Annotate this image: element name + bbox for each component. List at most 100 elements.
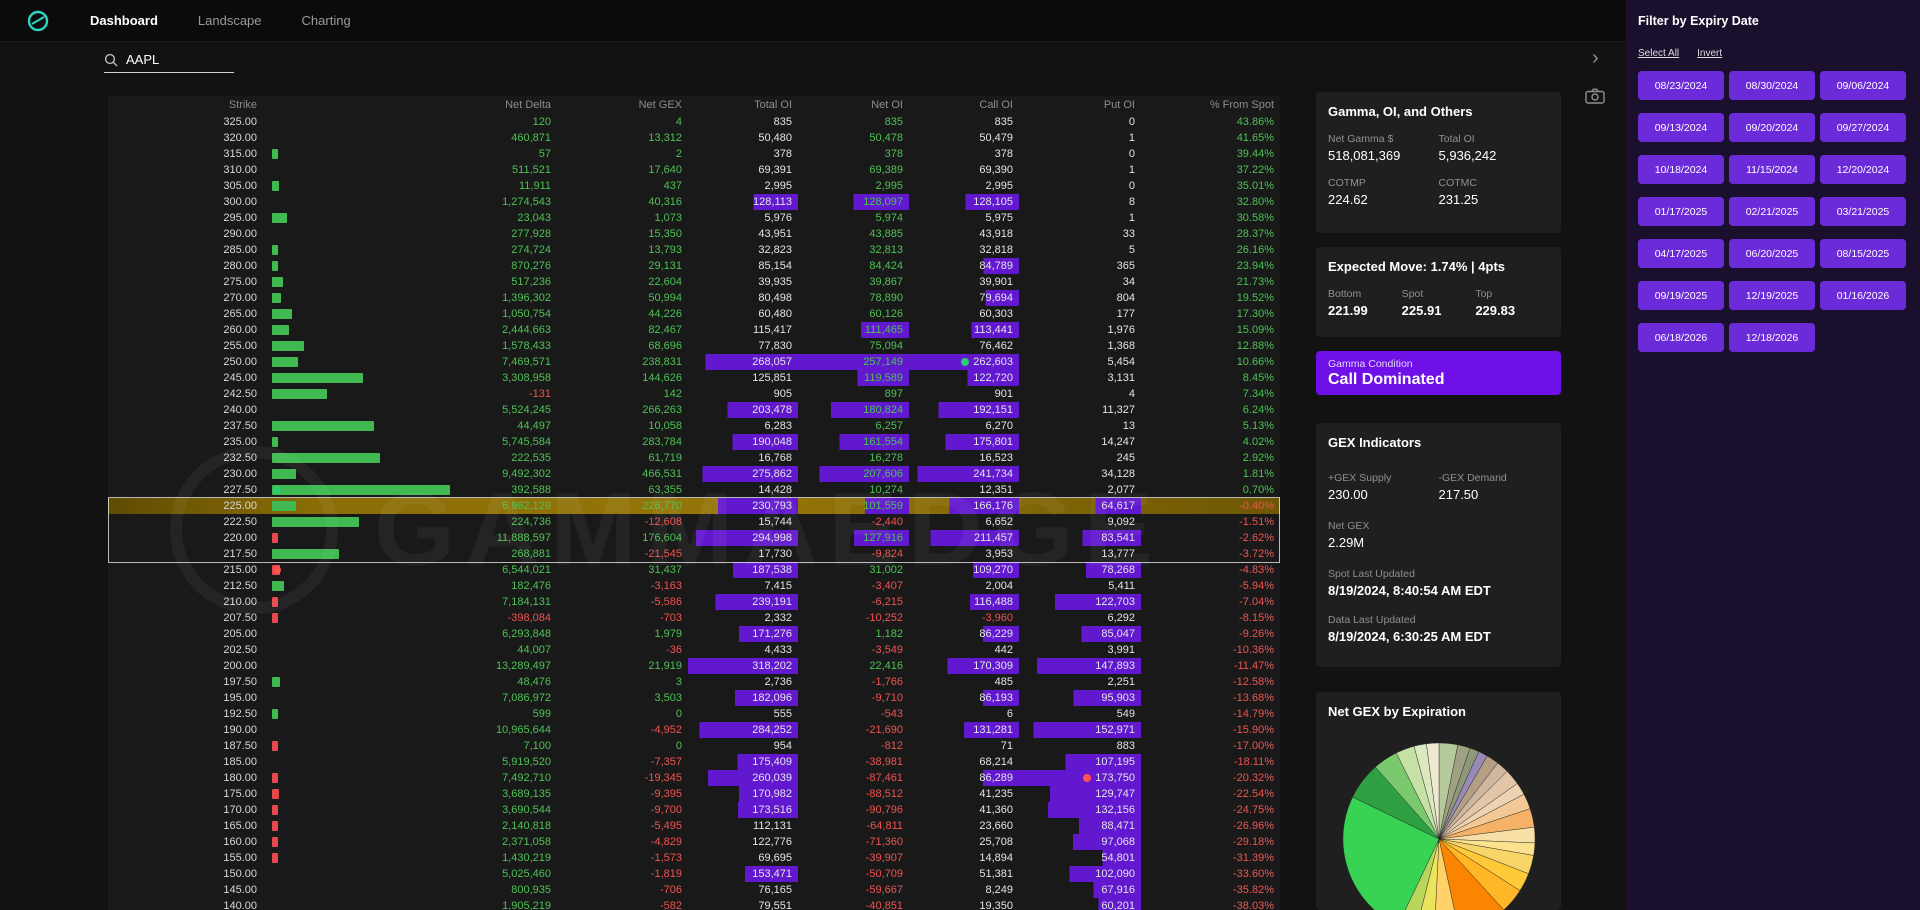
expiry-date-button[interactable]: 09/13/2024 <box>1638 113 1724 142</box>
cell-put-oi: 549 <box>1116 708 1135 720</box>
expiry-date-button[interactable]: 09/20/2024 <box>1729 113 1815 142</box>
expiry-date-button[interactable]: 04/17/2025 <box>1638 239 1724 268</box>
table-row[interactable]: 230.00 9,492,302 466,531 275,862 207,606 241,… <box>108 466 1280 495</box>
expiry-date-button[interactable]: 09/19/2025 <box>1638 281 1724 310</box>
expiry-date-button[interactable]: 10/18/2024 <box>1638 155 1724 184</box>
table-row[interactable]: 275.00 517,236 22,604 39,935 39,867 39,901 34 2… <box>108 274 1280 303</box>
table-row[interactable]: 325.00 120 4 835 835 835 0 43.86% <box>108 114 1280 130</box>
expiry-date-button[interactable]: 06/20/2025 <box>1729 239 1815 268</box>
table-row[interactable]: 250.00 7,469,571 238,831 268,057 257,149 262,… <box>108 354 1280 383</box>
table-row[interactable]: 202.50 44,007 -36 4,433 -3,549 442 3,991 -10.36… <box>108 642 1280 658</box>
expiry-date-button[interactable]: 08/15/2025 <box>1820 239 1906 268</box>
table-row[interactable]: 285.00 274,724 13,793 32,823 32,813 32,818 5 26… <box>108 242 1280 271</box>
table-row[interactable]: 165.00 2,140,818 -5,495 112,131 -64,811 23,66… <box>108 818 1280 847</box>
table-row[interactable]: 140.00 1,905,219 -582 79,551 -40,851 19,350 60… <box>108 898 1280 910</box>
cell-net-gex: 31,437 <box>648 564 682 576</box>
table-row[interactable]: 280.00 870,276 29,131 85,154 84,424 84,789 365… <box>108 258 1280 287</box>
expiry-date-button[interactable]: 02/21/2025 <box>1729 197 1815 226</box>
table-row[interactable]: 235.00 5,745,584 283,784 190,048 161,554 175,… <box>108 434 1280 463</box>
table-row[interactable]: 227.50 392,588 63,355 14,428 10,274 12,351 2,0… <box>108 482 1280 511</box>
table-row[interactable]: 190.00 10,965,644 -4,952 284,252 -21,690 131,… <box>108 722 1280 751</box>
cell-call-oi: 25,708 <box>979 836 1013 848</box>
table-row[interactable]: 200.00 13,289,497 21,919 318,202 22,416 170,3… <box>108 658 1280 687</box>
table-row[interactable]: 245.00 3,308,958 144,626 125,851 119,589 122,… <box>108 370 1280 399</box>
table-row[interactable]: 225.00 6,962,129 226,770 230,793 101,559 166,… <box>108 498 1280 527</box>
expiry-date-button[interactable]: 01/16/2026 <box>1820 281 1906 310</box>
table-row[interactable]: 150.00 5,025,460 -1,819 153,471 -50,709 51,38… <box>108 866 1280 882</box>
table-row[interactable]: 180.00 7,492,710 -19,345 260,039 -87,461 86,2… <box>108 770 1280 799</box>
expiry-date-button[interactable]: 12/18/2026 <box>1729 323 1815 352</box>
cell-call-oi: 12,351 <box>979 484 1013 496</box>
table-row[interactable]: 220.00 11,888,597 176,604 294,998 127,916 211… <box>108 530 1280 559</box>
cell-total-oi: 6,283 <box>764 420 792 432</box>
table-row[interactable]: 192.50 599 0 555 -543 6 549 -14.79% <box>108 706 1280 722</box>
tab-charting[interactable]: Charting <box>302 13 351 28</box>
table-row[interactable]: 187.50 7,100 0 954 -812 71 883 -17.00% <box>108 738 1280 754</box>
expiry-date-button[interactable]: 12/20/2024 <box>1820 155 1906 184</box>
table-row[interactable]: 315.00 57 2 378 378 378 0 39.44% <box>108 146 1280 162</box>
table-row[interactable]: 175.00 3,689,135 -9,395 170,982 -88,512 41,23… <box>108 786 1280 815</box>
table-row[interactable]: 295.00 23,043 1,073 5,976 5,974 5,975 1 30.58% <box>108 210 1280 226</box>
cell-call-oi: 69,390 <box>979 164 1013 176</box>
top-nav: Dashboard Landscape Charting <box>0 0 1626 42</box>
collapse-panel-button[interactable]: › <box>1592 48 1599 68</box>
table-row[interactable]: 170.00 3,690,544 -9,700 173,516 -90,796 41,36… <box>108 802 1280 831</box>
cell-net-oi: -50,709 <box>865 868 903 880</box>
table-row[interactable]: 300.00 1,274,543 40,316 128,113 128,097 128,1… <box>108 194 1280 223</box>
expiry-date-button[interactable]: 11/15/2024 <box>1729 155 1815 184</box>
expiry-date-button[interactable]: 09/27/2024 <box>1820 113 1906 142</box>
table-row[interactable]: 217.50 268,881 -21,545 17,730 -9,824 3,953 13,… <box>108 546 1280 575</box>
table-row[interactable]: 210.00 7,184,131 -5,586 239,191 -6,215 116,48… <box>108 594 1280 623</box>
table-row[interactable]: 265.00 1,050,754 44,226 60,480 60,126 60,303 1… <box>108 306 1280 335</box>
cell-call-oi: 6,270 <box>985 420 1013 432</box>
table-row[interactable]: 305.00 11,911 437 2,995 2,995 2,995 0 35.01% <box>108 178 1280 194</box>
select-all-link[interactable]: Select All <box>1638 48 1679 59</box>
invert-link[interactable]: Invert <box>1697 48 1722 59</box>
table-row[interactable]: 290.00 277,928 15,350 43,951 43,885 43,918 33 2… <box>108 226 1280 255</box>
table-row[interactable]: 242.50 -131 142 905 897 901 4 7.34% <box>108 386 1280 402</box>
cell-net-oi: -1,766 <box>871 676 903 688</box>
table-row[interactable]: 212.50 182,476 -3,163 7,415 -3,407 2,004 5,411… <box>108 578 1280 607</box>
cotmc-label: COTMC <box>1438 177 1478 189</box>
symbol-search[interactable] <box>104 52 234 73</box>
table-row[interactable]: 310.00 511,521 17,640 69,391 69,389 69,390 1 37… <box>108 162 1280 191</box>
table-row[interactable]: 145.00 800,935 -706 76,165 -59,667 8,249 67,91… <box>108 882 1280 898</box>
cell-total-oi: 80,498 <box>758 292 792 304</box>
table-row[interactable]: 237.50 44,497 10,058 6,283 6,257 6,270 13 5.13% <box>108 418 1280 447</box>
cell-pct-from-spot: 26.16% <box>1236 244 1274 256</box>
table-row[interactable]: 160.00 2,371,058 -4,829 122,776 -71,360 25,70… <box>108 834 1280 863</box>
tab-landscape[interactable]: Landscape <box>198 13 262 28</box>
cell-pct-from-spot: -14.79% <box>1233 708 1274 720</box>
expiry-date-button[interactable]: 09/06/2024 <box>1820 71 1906 100</box>
cell-pct-from-spot: -11.47% <box>1233 660 1274 672</box>
expiry-date-button[interactable]: 06/18/2026 <box>1638 323 1724 352</box>
table-row[interactable]: 320.00 460,871 13,312 50,480 50,478 50,479 1 41… <box>108 130 1280 159</box>
cell-strike: 245.00 <box>223 372 257 384</box>
cell-strike: 192.50 <box>223 708 257 720</box>
table-row[interactable]: 215.00 6,544,021 31,437 187,538 31,002 109,27… <box>108 562 1280 591</box>
table-row[interactable]: 185.00 5,919,520 -7,357 175,409 -38,981 68,21… <box>108 754 1280 783</box>
search-input[interactable] <box>126 52 216 67</box>
table-row[interactable]: 255.00 1,578,433 68,696 77,830 75,094 76,462 1… <box>108 338 1280 367</box>
tab-dashboard[interactable]: Dashboard <box>90 13 158 28</box>
table-row[interactable]: 155.00 1,430,219 -1,573 69,695 -39,907 14,894… <box>108 850 1280 866</box>
table-row[interactable]: 197.50 48,476 3 2,736 -1,766 485 2,251 -12.58% <box>108 674 1280 690</box>
table-row[interactable]: 205.00 6,293,848 1,979 171,276 1,182 86,229 85… <box>108 626 1280 642</box>
cell-put-oi: 33 <box>1122 228 1135 240</box>
cell-strike: 237.50 <box>223 420 257 432</box>
expiry-date-button[interactable]: 03/21/2025 <box>1820 197 1906 226</box>
table-row[interactable]: 270.00 1,396,302 50,994 80,498 78,890 79,694 8… <box>108 290 1280 319</box>
table-row[interactable]: 222.50 224,736 -12,608 15,744 -2,440 6,652 9,0… <box>108 514 1280 543</box>
screenshot-button[interactable] <box>1585 88 1605 109</box>
table-row[interactable]: 207.50 -398,084 -703 2,332 -10,252 -3,960 6,29… <box>108 610 1280 626</box>
cell-strike: 140.00 <box>223 900 257 910</box>
table-row[interactable]: 195.00 7,086,972 3,503 182,096 -9,710 86,193 9… <box>108 690 1280 719</box>
cell-net-gex: 13,793 <box>648 244 682 256</box>
expiry-date-button[interactable]: 01/17/2025 <box>1638 197 1724 226</box>
table-row[interactable]: 260.00 2,444,663 82,467 115,417 111,465 113,4… <box>108 322 1280 351</box>
expiry-date-button[interactable]: 08/30/2024 <box>1729 71 1815 100</box>
expiry-date-button[interactable]: 08/23/2024 <box>1638 71 1724 100</box>
expiry-date-button[interactable]: 12/19/2025 <box>1729 281 1815 310</box>
table-row[interactable]: 232.50 222,535 61,719 16,768 16,278 16,523 245… <box>108 450 1280 479</box>
table-row[interactable]: 240.00 5,524,245 266,263 203,478 180,824 192,… <box>108 402 1280 431</box>
